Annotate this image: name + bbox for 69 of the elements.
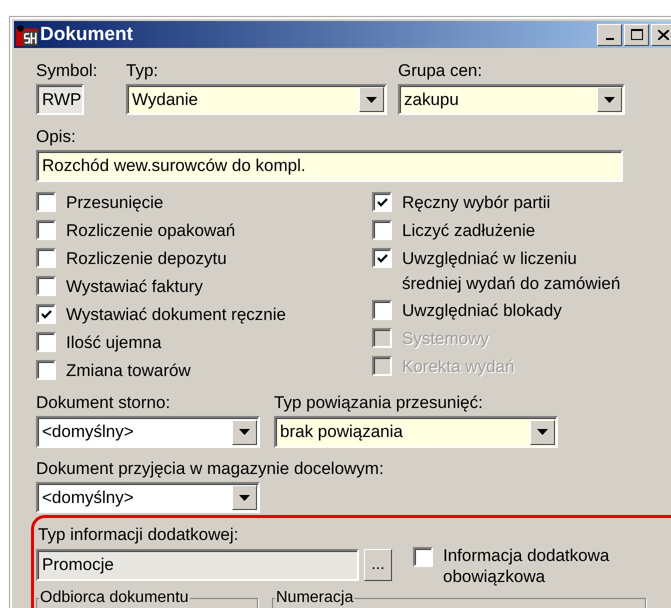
field-label: Typ informacji dodatkowej: — [38, 525, 240, 545]
checkbox[interactable] — [372, 248, 392, 268]
caret-icon — [239, 429, 250, 435]
browse-button[interactable]: ... — [364, 549, 392, 581]
field-label: Grupa cen: — [398, 61, 484, 81]
checkbox-label: Ręczny wybór partii — [402, 192, 550, 214]
check-icon — [376, 198, 388, 206]
checkbox-label: Rozliczenie depozytu — [66, 248, 227, 270]
field-label: Dokument przyjęcia w magazynie docelowym: — [36, 459, 385, 479]
minimize-icon — [606, 38, 614, 40]
dropdown-button[interactable] — [359, 87, 384, 112]
minimize-button[interactable] — [597, 24, 622, 46]
checkbox-label: Ilość ujemna — [66, 332, 162, 354]
checkbox-label: Wystawiać faktury — [66, 276, 203, 298]
field-label: Symbol: — [36, 61, 98, 81]
field-label: Dokument storno: — [36, 393, 172, 413]
close-button[interactable] — [651, 24, 671, 46]
checkbox[interactable] — [372, 300, 392, 320]
checkbox-label: Wystawiać dokument ręcznie — [66, 304, 286, 326]
maximize-icon — [630, 29, 642, 40]
dropdown-button[interactable] — [530, 420, 555, 444]
dropdown-button[interactable] — [232, 420, 257, 444]
app-icon — [16, 24, 38, 46]
dropdown-button[interactable] — [597, 87, 622, 112]
field-value: zakupu — [404, 90, 459, 110]
checkbox-label: Liczyć zadłużenie — [402, 220, 536, 242]
checkbox[interactable] — [36, 220, 56, 240]
symbol-field[interactable]: RWP — [36, 84, 84, 115]
checkbox-label: Uwzględniać w liczeniu średniej wydań do zamówień — [402, 248, 620, 295]
checkbox[interactable] — [36, 332, 56, 352]
dropdown-button[interactable] — [232, 485, 257, 510]
field-value: Wydanie — [132, 90, 198, 110]
close-icon — [658, 30, 669, 40]
field-value: brak powiązania — [280, 422, 403, 442]
group-title: Numeracja — [275, 590, 354, 606]
checkbox-label: Przesunięcie — [66, 192, 164, 214]
info-type-field[interactable]: Promocje — [36, 549, 359, 581]
field-label: Typ: — [126, 61, 160, 81]
checkbox[interactable] — [36, 192, 56, 212]
checkbox[interactable] — [372, 220, 392, 240]
field-value: <domyślny> — [42, 488, 134, 508]
caret-icon — [604, 96, 615, 102]
dropdown-field[interactable]: brak powiązania — [274, 416, 558, 448]
caret-icon — [537, 429, 548, 435]
caret-icon — [366, 96, 377, 102]
field-label: Typ powiązania przesunięć: — [274, 393, 484, 413]
caret-icon — [239, 494, 250, 500]
maximize-button[interactable] — [624, 24, 649, 46]
window-title: Dokument — [40, 24, 134, 46]
checkbox[interactable] — [413, 547, 433, 567]
checkbox[interactable] — [372, 192, 392, 212]
description-field[interactable]: Rozchód wew.surowców do kompl. — [36, 150, 623, 182]
check-icon — [40, 310, 52, 318]
dropdown-field[interactable]: Wydanie — [126, 84, 387, 115]
check-icon — [376, 254, 388, 262]
field-label: Opis: — [36, 127, 77, 147]
checkbox[interactable] — [36, 360, 56, 380]
checkbox-label: Uwzględniać blokady — [402, 300, 562, 322]
checkbox[interactable] — [36, 304, 56, 324]
checkbox-label: Informacja dodatkowa obowiązkowa — [443, 545, 610, 587]
checkbox[interactable] — [36, 248, 56, 268]
dropdown-field[interactable]: zakupu — [398, 84, 625, 115]
checkbox-label: Rozliczenie opakowań — [66, 220, 236, 242]
checkbox-label: Zmiana towarów — [66, 360, 191, 382]
field-value: <domyślny> — [42, 422, 134, 442]
dropdown-field[interactable]: <domyślny> — [36, 416, 260, 448]
dropdown-field[interactable]: <domyślny> — [36, 482, 260, 513]
group-title: Odbiorca dokumentu — [39, 590, 190, 606]
checkbox[interactable] — [36, 276, 56, 296]
